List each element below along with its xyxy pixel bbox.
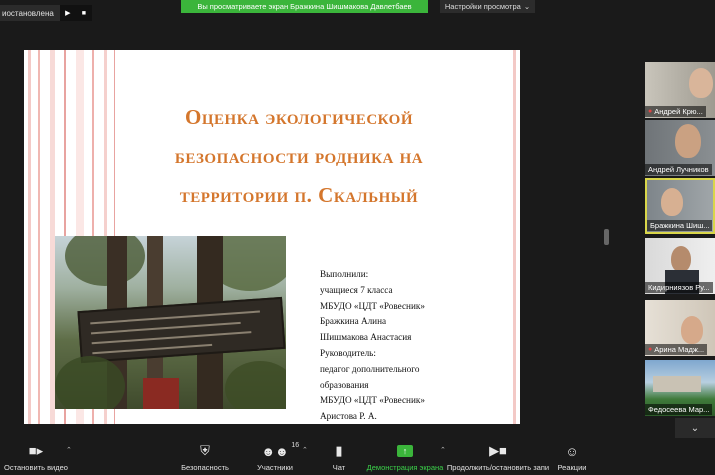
credit-line: учащиеся 7 класса bbox=[320, 284, 393, 295]
participant-name-tag: ● Андрей Крю... bbox=[645, 106, 706, 117]
credit-line: МБУДО «ЦДТ «Ровесник» bbox=[320, 395, 425, 406]
participant-tile-active[interactable]: Бражкина Шиш... bbox=[645, 178, 715, 234]
slide-title-line: территории п. Скальный bbox=[179, 183, 419, 207]
video-options-caret[interactable]: ⌃ bbox=[66, 446, 72, 454]
shield-icon: ⛨ bbox=[200, 443, 210, 458]
mic-muted-icon: ● bbox=[648, 346, 653, 353]
participant-name-tag: Федосеева Мар... bbox=[645, 404, 713, 415]
participant-name: Андрей Крю... bbox=[654, 107, 703, 116]
participants-count: 16 bbox=[291, 442, 300, 449]
recording-indicator: иостановлена ▶ ■ bbox=[0, 5, 92, 21]
record-label: Продолжить/остановить запи bbox=[446, 463, 550, 472]
participant-tile[interactable]: ● Арина Мадж... bbox=[645, 300, 715, 356]
smiley-icon: ☺ bbox=[565, 443, 579, 459]
share-screen-icon-wrap: ↑ bbox=[397, 442, 413, 460]
credit-line: педагог дополнительного bbox=[320, 363, 420, 374]
share-options-caret[interactable]: ⌃ bbox=[440, 446, 446, 454]
slide-title: Оценка экологической безопасности родник… bbox=[124, 98, 474, 215]
meeting-toolbar: ■▸ Остановить видео ⌃ ⛨ Безопасность ☻☻ 1… bbox=[0, 438, 715, 475]
slide-credits: Выполнили: учащиеся 7 класса МБУДО «ЦДТ … bbox=[320, 267, 510, 424]
chevron-down-icon: ⌄ bbox=[690, 422, 700, 434]
video-camera-icon: ■▸ bbox=[28, 443, 44, 458]
chat-label: Чат bbox=[332, 463, 346, 472]
slide-title-line: Оценка экологической bbox=[185, 105, 413, 129]
credit-line: Аристова Р. А. bbox=[320, 411, 377, 422]
share-screen-label: Демонстрация экрана bbox=[366, 463, 444, 472]
participant-tile[interactable]: Федосеева Мар... bbox=[645, 360, 715, 416]
share-banner: Вы просматриваете экран Бражкина Шишмако… bbox=[181, 0, 428, 13]
participant-name-tag: ● Арина Мадж... bbox=[645, 344, 708, 355]
reactions-button[interactable]: ☺ Реакции bbox=[555, 442, 589, 473]
record-button[interactable]: ▶■ Продолжить/остановить запи bbox=[446, 442, 550, 472]
stop-icon[interactable]: ■ bbox=[75, 5, 92, 21]
spring-photo bbox=[55, 236, 286, 409]
red-marker bbox=[143, 378, 179, 409]
pause-stop-record-icon: ▶■ bbox=[489, 443, 507, 458]
participant-tile[interactable]: Кидирниязов Ру... bbox=[645, 238, 715, 294]
pause-icon[interactable]: ▶ bbox=[59, 5, 76, 21]
participant-tile[interactable]: Андрей Лучников bbox=[645, 120, 715, 176]
view-settings-label: Настройки просмотра bbox=[444, 2, 521, 11]
participant-name: Андрей Лучников bbox=[648, 165, 709, 174]
chevron-down-icon: ⌄ bbox=[523, 2, 531, 11]
chat-bubble-icon: ▮ bbox=[335, 443, 343, 458]
slide-right-stripe bbox=[513, 50, 516, 424]
participant-name-tag: Андрей Лучников bbox=[645, 164, 712, 175]
share-screen-icon: ↑ bbox=[397, 445, 413, 457]
recording-status-text: иостановлена bbox=[2, 8, 54, 18]
participant-name-tag: Кидирниязов Ру... bbox=[645, 282, 713, 293]
participants-button[interactable]: ☻☻ 16 Участники bbox=[252, 442, 300, 472]
participants-options-caret[interactable]: ⌃ bbox=[302, 446, 308, 454]
shared-screen-slide: Оценка экологической безопасности родник… bbox=[24, 50, 520, 424]
security-button[interactable]: ⛨ Безопасность bbox=[178, 442, 232, 472]
participant-name-tag: Бражкина Шиш... bbox=[647, 220, 713, 231]
stop-video-label: Остановить видео bbox=[4, 463, 68, 472]
credit-line: Руководитель: bbox=[320, 347, 376, 358]
credit-line: Бражкина Алина bbox=[320, 316, 387, 327]
participant-name: Кидирниязов Ру... bbox=[648, 283, 710, 292]
credit-line: образования bbox=[320, 379, 369, 390]
share-screen-button[interactable]: ↑ Демонстрация экрана bbox=[366, 442, 444, 472]
participant-name: Федосеева Мар... bbox=[648, 405, 710, 414]
mic-muted-icon: ● bbox=[648, 108, 653, 115]
splitter-handle[interactable] bbox=[604, 229, 609, 245]
participants-label: Участники bbox=[257, 463, 293, 472]
participants-icon: ☻☻ 16 bbox=[261, 442, 300, 459]
zoom-window: иостановлена ▶ ■ Вы просматриваете экран… bbox=[0, 0, 715, 475]
slide-title-line: безопасности родника на bbox=[174, 144, 424, 168]
participants-gallery: ● Андрей Крю... Андрей Лучников Бражкина… bbox=[645, 62, 715, 422]
credit-line: Выполнили: bbox=[320, 269, 369, 279]
gallery-next-page-button[interactable]: ⌄ bbox=[675, 418, 715, 438]
view-settings-button[interactable]: Настройки просмотра ⌄ bbox=[440, 0, 535, 13]
reactions-label: Реакции bbox=[557, 463, 587, 472]
credit-line: Шишмакова Анастасия bbox=[320, 332, 412, 343]
participant-name: Бражкина Шиш... bbox=[650, 221, 710, 230]
credit-line: МБУДО «ЦДТ «Ровесник» bbox=[320, 300, 425, 311]
chat-button[interactable]: ▮ Чат bbox=[326, 442, 352, 472]
participant-tile[interactable]: ● Андрей Крю... bbox=[645, 62, 715, 118]
stop-video-button[interactable]: ■▸ Остановить видео bbox=[4, 442, 68, 472]
security-label: Безопасность bbox=[181, 463, 229, 472]
building-image bbox=[653, 376, 701, 392]
participant-name: Арина Мадж... bbox=[654, 345, 705, 354]
